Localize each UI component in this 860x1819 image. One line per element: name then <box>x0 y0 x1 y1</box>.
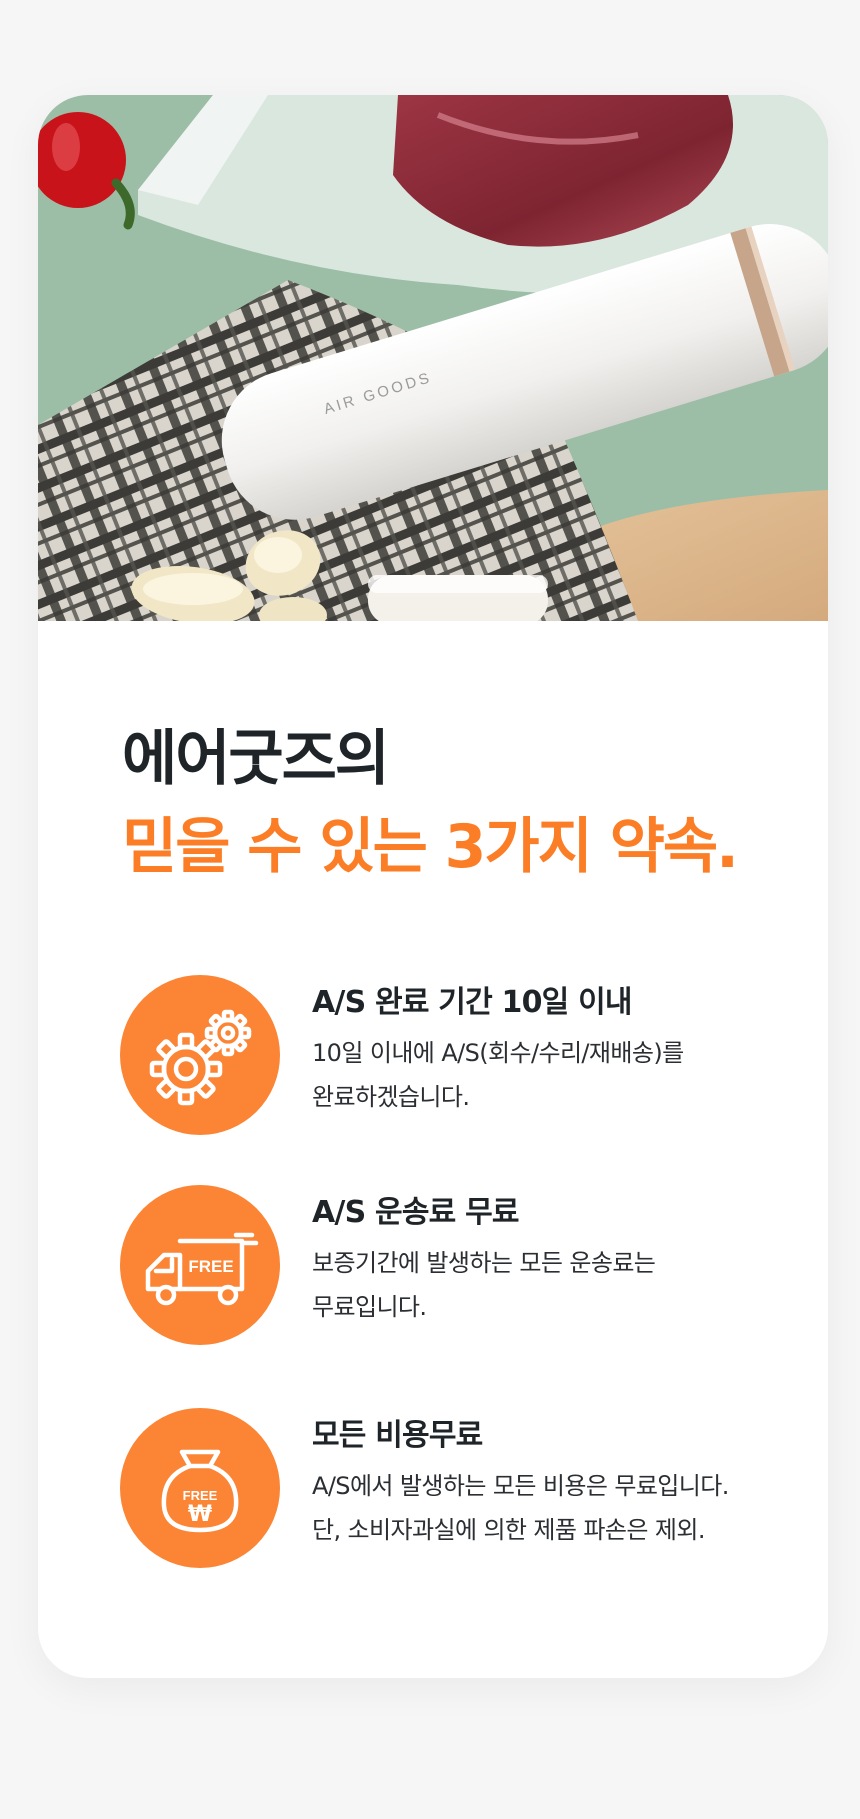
feature-title: A/S 완료 기간 10일 이내 <box>312 985 633 1020</box>
feature-free-costs: FREE ₩ 모든 비용무료 A/S에서 발생하는 모든 비용은 무료입니다. … <box>120 1408 810 1568</box>
feature-title: 모든 비용무료 <box>312 1418 483 1453</box>
feature-free-shipping: FREE A/S 운송료 무료 보증기간에 발생하는 모든 운송료는 무료입니다… <box>120 1185 810 1345</box>
free-label: FREE <box>188 1257 233 1276</box>
free-label: FREE <box>183 1488 218 1503</box>
heading-line-promise: 믿을 수 있는 3가지 약속. <box>122 812 739 882</box>
feature-title: A/S 운송료 무료 <box>312 1195 519 1230</box>
money-bag-icon: FREE ₩ <box>120 1408 280 1568</box>
feature-repair-period: A/S 완료 기간 10일 이내 10일 이내에 A/S(회수/수리/재배송)를… <box>120 975 810 1135</box>
feature-description: 보증기간에 발생하는 모든 운송료는 무료입니다. <box>312 1249 656 1321</box>
free-truck-icon: FREE <box>120 1185 280 1345</box>
gears-icon <box>120 975 280 1135</box>
promise-card: AIR GOODS 에어굿즈의 믿을 수 있는 3가지 약속. A/S 완료 기… <box>38 95 828 1678</box>
product-photo: AIR GOODS <box>38 95 828 621</box>
heading-line-brand: 에어굿즈의 <box>122 724 390 794</box>
feature-description: A/S에서 발생하는 모든 비용은 무료입니다. 단, 소비자과실에 의한 제품… <box>312 1472 729 1544</box>
promise-heading: 에어굿즈의 믿을 수 있는 3가지 약속. <box>122 715 739 891</box>
feature-description: 10일 이내에 A/S(회수/수리/재배송)를 완료하겠습니다. <box>312 1039 684 1111</box>
won-symbol: ₩ <box>188 1502 212 1527</box>
